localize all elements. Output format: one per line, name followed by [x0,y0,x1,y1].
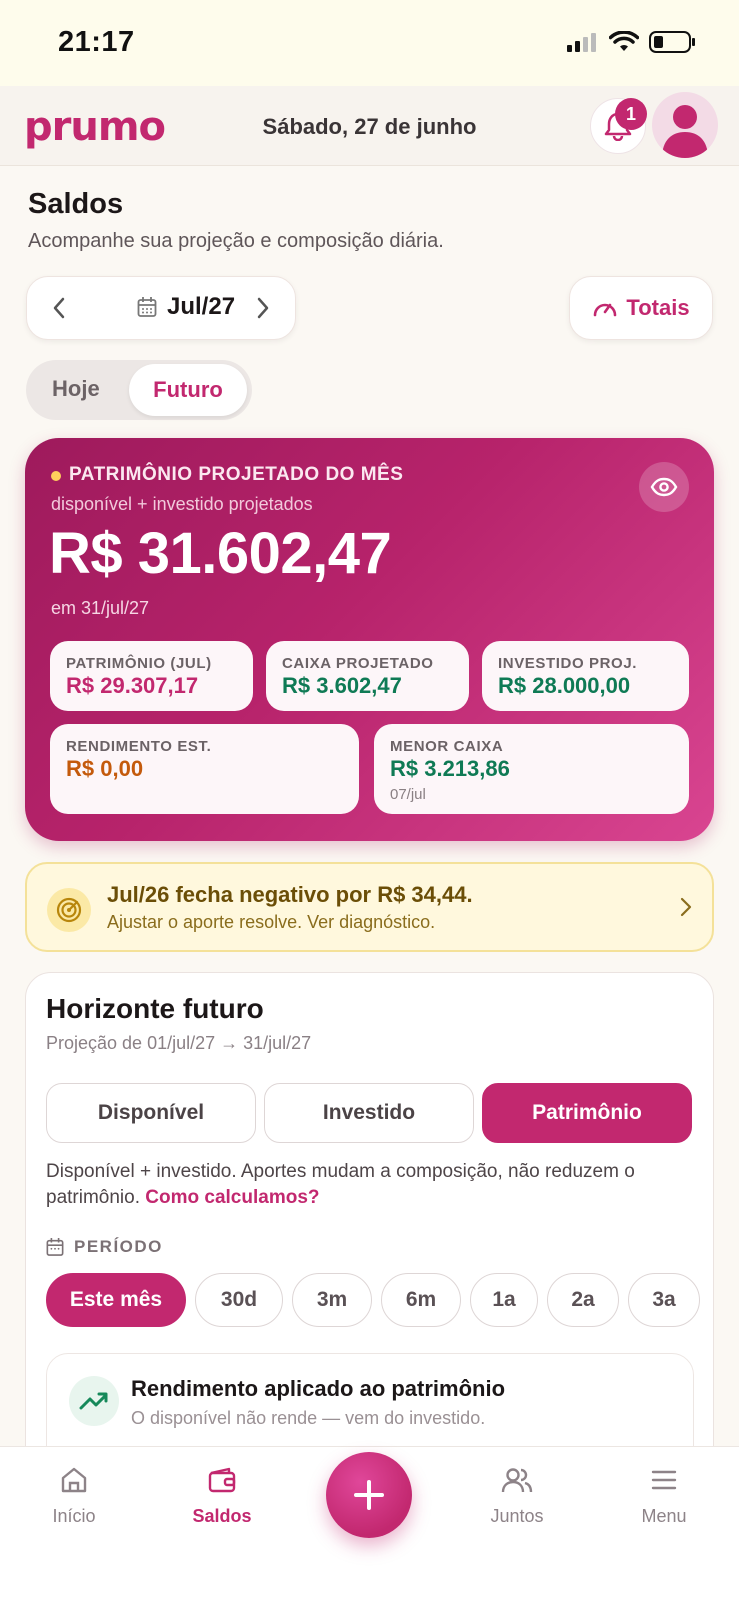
plus-icon [354,1480,384,1510]
stat-note: 07/jul [390,786,426,803]
horizon-tabs: Disponível Investido Patrimônio [46,1083,692,1143]
month-selector: Jul/27 [26,276,296,340]
alert-title: Jul/26 fecha negativo por R$ 34,44. [107,882,473,907]
period-chips: Este mês 30d 3m 6m 1a 2a 3a [46,1273,700,1327]
stat-label: MENOR CAIXA [390,738,504,755]
period-chip-30d[interactable]: 30d [195,1273,283,1327]
status-bar: 21:17 [0,0,739,86]
page-title: Saldos [28,188,124,220]
battery-icon [649,31,695,53]
status-time: 21:17 [58,26,135,58]
stat-value: R$ 0,00 [66,756,144,781]
tab-investido[interactable]: Investido [264,1083,474,1143]
chevron-right-icon [680,897,692,917]
month-label[interactable]: Jul/27 [137,293,235,321]
signal-icon [567,33,596,52]
hero-subtitle: disponível + investido projetados [51,494,313,514]
stat-label: CAIXA PROJETADO [282,655,434,672]
wallet-icon [208,1467,236,1493]
stat-value: R$ 3.602,47 [282,673,402,698]
view-segment: Hoje Futuro [26,360,252,420]
stat-label: INVESTIDO PROJ. [498,655,638,672]
period-chip-este-mes[interactable]: Este mês [46,1273,186,1327]
calendar-icon [46,1238,64,1256]
nav-menu[interactable]: Menu [604,1465,724,1527]
trending-up-icon [69,1376,119,1426]
rendimento-title: Rendimento aplicado ao patrimônio [131,1376,506,1401]
nav-label: Saldos [192,1506,252,1526]
nav-saldos[interactable]: Saldos [162,1465,282,1527]
home-icon [61,1467,87,1493]
nav-inicio[interactable]: Início [14,1465,134,1527]
segment-hoje[interactable]: Hoje [52,376,100,402]
user-icon [662,105,708,158]
nav-juntos[interactable]: Juntos [457,1465,577,1527]
status-icons [567,30,697,54]
period-chip-1a[interactable]: 1a [470,1273,538,1327]
stat-value: R$ 29.307,17 [66,673,199,698]
totais-button[interactable]: Totais [569,276,713,340]
tab-patrimonio[interactable]: Patrimônio [482,1083,692,1143]
period-chip-6m[interactable]: 6m [381,1273,461,1327]
hero-value: R$ 31.602,47 [49,521,392,586]
description-text: Disponível + investido. Aportes mudam a … [46,1161,635,1208]
wifi-icon [609,31,639,51]
nav-label: Juntos [490,1506,544,1526]
period-chip-3a[interactable]: 3a [628,1273,700,1327]
add-button[interactable] [326,1452,412,1538]
stat-menor-caixa: MENOR CAIXA R$ 3.213,86 07/jul [374,724,689,814]
alert-subtitle: Ajustar o aporte resolve. Ver diagnóstic… [107,912,436,932]
tab-disponivel[interactable]: Disponível [46,1083,256,1143]
period-chip-3m[interactable]: 3m [292,1273,372,1327]
patrimonio-hero-card: PATRIMÔNIO PROJETADO DO MÊS disponível +… [25,438,714,841]
avatar[interactable] [652,92,718,158]
horizon-description: Disponível + investido. Aportes mudam a … [46,1159,696,1211]
eye-icon [650,477,678,497]
rendimento-subtitle: O disponível não rende — vem do investid… [131,1408,486,1428]
how-we-calculate-link[interactable]: Como calculamos? [145,1187,319,1208]
horizon-title: Horizonte futuro [46,993,264,1024]
stat-label: PATRIMÔNIO (JUL) [66,655,212,672]
stat-investido-proj: INVESTIDO PROJ. R$ 28.000,00 [482,641,689,711]
nav-label: Início [52,1506,96,1526]
hero-date: em 31/jul/27 [51,598,150,618]
status-dot [51,471,61,481]
stat-value: R$ 28.000,00 [498,673,631,698]
nav-label: Menu [641,1506,687,1526]
menu-icon [651,1470,677,1490]
stat-label: RENDIMENTO EST. [66,738,212,755]
calendar-icon [137,297,157,317]
horizon-subtitle: Projeção de 01/jul/27 → 31/jul/27 [46,1033,312,1053]
stat-rendimento: RENDIMENTO EST. R$ 0,00 [50,724,359,814]
stat-caixa-projetado: CAIXA PROJETADO R$ 3.602,47 [266,641,469,711]
stat-value: R$ 3.213,86 [390,756,510,781]
negative-balance-alert[interactable]: Jul/26 fecha negativo por R$ 34,44. Ajus… [25,862,714,952]
segment-futuro[interactable]: Futuro [129,364,247,416]
radar-icon [47,888,91,932]
toggle-visibility-button[interactable] [639,462,689,512]
page-subtitle: Acompanhe sua projeção e composição diár… [28,230,444,252]
notification-badge: 1 [615,98,647,130]
period-chip-2a[interactable]: 2a [547,1273,619,1327]
chevron-right-icon[interactable] [255,295,271,321]
chevron-left-icon[interactable] [51,295,67,321]
hero-kicker: PATRIMÔNIO PROJETADO DO MÊS [69,464,404,485]
period-label: PERÍODO [46,1237,163,1257]
stat-patrimonio: PATRIMÔNIO (JUL) R$ 29.307,17 [50,641,253,711]
users-icon [501,1468,533,1493]
gauge-icon [594,303,617,317]
